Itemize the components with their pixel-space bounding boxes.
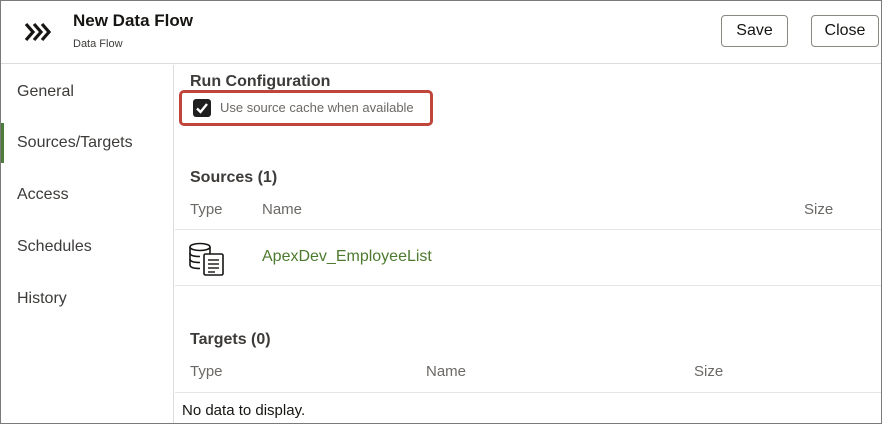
sources-col-size: Size [804,201,834,218]
sidebar-item-label: Schedules [17,238,92,255]
targets-col-type: Type [190,363,223,380]
use-cache-checkbox[interactable] [193,99,211,117]
divider [175,392,881,393]
checkmark-icon [196,103,208,114]
sources-col-type: Type [190,201,223,218]
use-cache-highlight: Use source cache when available [179,90,433,126]
sidebar-item-label: Access [17,186,69,203]
close-button[interactable]: Close [811,15,879,47]
use-cache-label: Use source cache when available [220,100,414,115]
sidebar-item-history[interactable]: History [1,279,173,319]
sources-title: Sources (1) [190,169,278,186]
sidebar-nav: General Sources/Targets Access Schedules… [1,65,174,423]
page-subtitle: Data Flow [73,38,123,50]
triple-chevron-right-icon [23,21,53,43]
targets-empty-text: No data to display. [182,402,306,419]
targets-col-size: Size [694,363,724,380]
save-button[interactable]: Save [721,15,788,47]
main-content: Run Configuration Use source cache when … [175,65,881,423]
source-name-link[interactable]: ApexDev_EmployeeList [262,248,432,266]
sources-col-name: Name [262,201,303,218]
divider [175,229,881,230]
database-document-icon [188,241,226,277]
sidebar-item-label: History [17,290,67,307]
sidebar-item-general[interactable]: General [1,72,173,112]
sidebar-item-label: Sources/Targets [17,134,133,151]
targets-col-name: Name [426,363,467,380]
sidebar-item-sources-targets[interactable]: Sources/Targets [1,123,173,163]
sidebar-item-schedules[interactable]: Schedules [1,227,173,267]
divider [175,285,881,286]
header: New Data Flow Data Flow Save Close [1,1,881,64]
run-configuration-title: Run Configuration [190,73,331,90]
targets-title: Targets (0) [190,331,271,348]
sidebar-item-access[interactable]: Access [1,175,173,215]
page-title: New Data Flow [73,11,193,30]
sidebar-item-label: General [17,83,74,100]
